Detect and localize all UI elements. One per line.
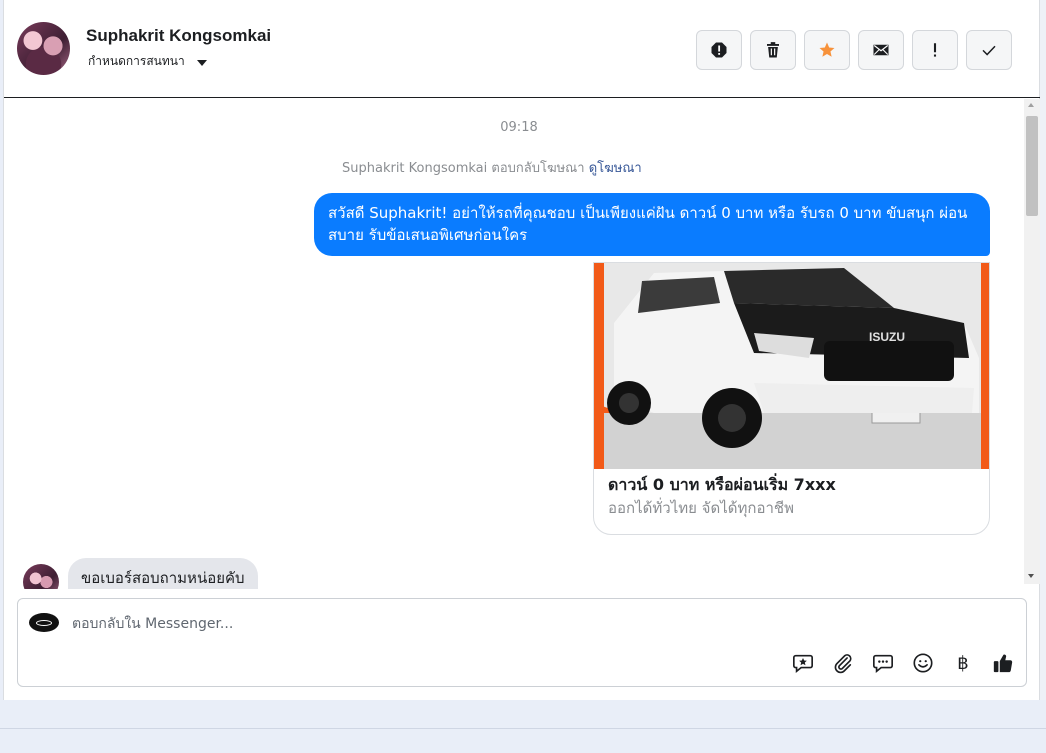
emoji-button[interactable]: [911, 651, 935, 675]
ad-card[interactable]: ISUZU ดาวน์ 0 บาท หรือผ่อนเริ่ม 7xxx ออก…: [593, 262, 990, 535]
ad-reply-note: Suphakrit Kongsomkai ตอบกลับโฆษณา ดูโฆษณ…: [342, 157, 642, 178]
mark-done-button[interactable]: [966, 30, 1012, 70]
header-actions: [696, 30, 1012, 70]
exclamation-icon: [933, 43, 937, 57]
outgoing-message-bubble[interactable]: สวัสดี Suphakrit! อย่าให้รถที่คุณชอบ เป็…: [314, 193, 990, 256]
scroll-up-arrow-icon[interactable]: [1028, 103, 1034, 107]
delete-button[interactable]: [750, 30, 796, 70]
trash-icon: [767, 42, 779, 58]
emoji-icon: [913, 653, 933, 673]
conversation-header: Suphakrit Kongsomkai กำหนดการสนทนา: [4, 0, 1040, 98]
car-photo: ISUZU: [594, 263, 989, 469]
scroll-thumb[interactable]: [1026, 116, 1038, 216]
view-ad-link[interactable]: ดูโฆษณา: [589, 161, 642, 176]
message-thread[interactable]: 09:18 Suphakrit Kongsomkai ตอบกลับโฆษณา …: [4, 99, 1024, 589]
baht-icon: ฿: [957, 652, 969, 674]
ad-title[interactable]: ดาวน์ 0 บาท หรือผ่อนเริ่ม 7xxx: [608, 473, 836, 498]
chat-bubble-icon: [873, 654, 893, 673]
car-brand-text: ISUZU: [869, 330, 905, 344]
page-avatar: [29, 613, 59, 632]
conversation-settings-label: กำหนดการสนทนา: [88, 54, 185, 68]
conversation-settings-dropdown[interactable]: กำหนดการสนทนา: [88, 52, 207, 71]
attachment-button[interactable]: [831, 651, 855, 675]
saved-reply-icon: [793, 654, 813, 673]
ad-reply-note-text: Suphakrit Kongsomkai ตอบกลับโฆษณา: [342, 161, 585, 176]
window-edge: [1040, 0, 1046, 700]
checkmark-icon: [982, 45, 996, 56]
star-icon: [819, 42, 835, 57]
envelope-icon: [873, 44, 889, 56]
thumbs-up-icon: [993, 654, 1013, 673]
conversation-panel: Suphakrit Kongsomkai กำหนดการสนทนา 09:18…: [3, 0, 1040, 700]
caret-down-icon: [196, 59, 207, 66]
divider: [0, 728, 1046, 729]
alert-octagon-icon: [711, 42, 727, 58]
contact-name[interactable]: Suphakrit Kongsomkai: [86, 26, 271, 46]
payment-button[interactable]: ฿: [951, 651, 975, 675]
contact-message-avatar[interactable]: [23, 564, 59, 589]
attachment-icon: [834, 654, 852, 674]
incoming-message-bubble[interactable]: ขอเบอร์สอบถามหน่อยคับ: [68, 558, 258, 589]
contact-avatar[interactable]: [17, 22, 70, 75]
reply-input[interactable]: [72, 613, 672, 635]
thread-scrollbar[interactable]: [1024, 99, 1040, 584]
mark-important-button[interactable]: [912, 30, 958, 70]
scroll-down-arrow-icon[interactable]: [1028, 574, 1034, 578]
message-composer: ฿: [17, 598, 1027, 687]
mark-unread-button[interactable]: [858, 30, 904, 70]
saved-reply-button[interactable]: [791, 651, 815, 675]
chat-templates-button[interactable]: [871, 651, 895, 675]
composer-tools: ฿: [791, 651, 1015, 675]
report-spam-button[interactable]: [696, 30, 742, 70]
page-footer-area: [0, 700, 1046, 753]
ad-car-image[interactable]: ISUZU: [594, 263, 989, 469]
ad-subtitle: ออกได้ทั่วไทย จัดได้ทุกอาชีพ: [608, 499, 794, 517]
message-timestamp: 09:18: [500, 120, 538, 135]
thumbs-up-button[interactable]: [991, 651, 1015, 675]
star-button[interactable]: [804, 30, 850, 70]
